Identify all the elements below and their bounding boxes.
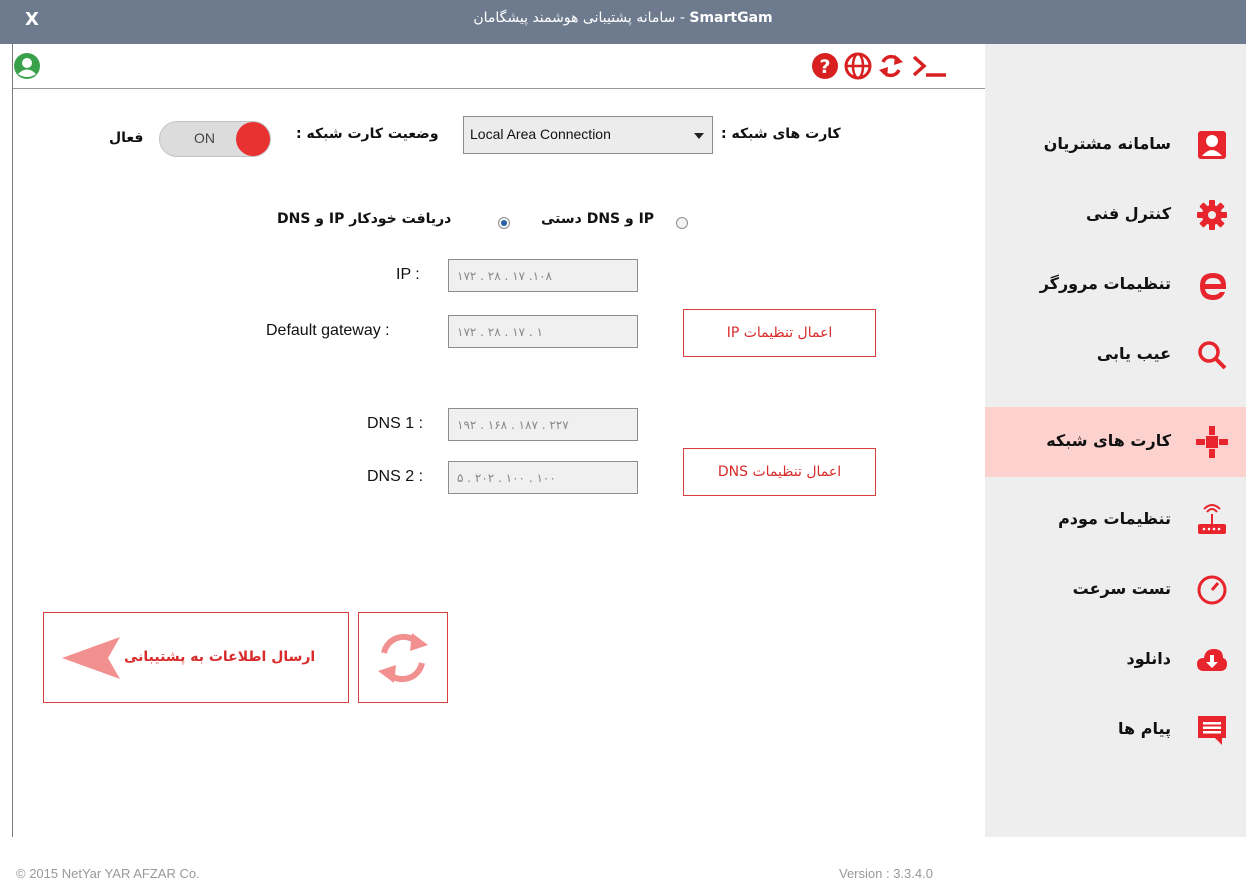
- apply-ip-button[interactable]: اعمال تنظیمات IP: [683, 309, 876, 357]
- radio-manual-label: IP و DNS دستی: [541, 211, 655, 227]
- sidebar-item-speed-test[interactable]: تست سرعت: [985, 559, 1246, 621]
- speedometer-icon: [1197, 575, 1227, 605]
- network-icon: [1196, 426, 1228, 458]
- router-icon: [1198, 504, 1226, 534]
- card-status-toggle[interactable]: ON: [159, 121, 271, 157]
- card-status-label: وضعیت کارت شبکه :: [296, 126, 439, 142]
- sidebar-item-customers[interactable]: سامانه مشتریان: [985, 114, 1246, 176]
- toolbar: ?: [13, 44, 986, 89]
- radio-manual[interactable]: [676, 217, 688, 229]
- help-icon[interactable]: ?: [811, 52, 839, 80]
- browser-icon: [1200, 273, 1226, 300]
- copyright-text: © 2015 NetYar YAR AFZAR Co.: [16, 866, 200, 881]
- sidebar-item-label: تست سرعت: [1072, 579, 1171, 598]
- sidebar-item-label: کارت های شبکه: [1046, 431, 1171, 450]
- dns1-field[interactable]: ۱۹۲ . ۱۶۸ . ۱۸۷ . ۲۲۷: [448, 408, 638, 441]
- sidebar-item-label: پیام ها: [1118, 719, 1171, 738]
- status-value: فعال: [109, 130, 144, 146]
- sidebar-item-label: سامانه مشتریان: [1043, 134, 1171, 153]
- main-panel: ? کارت های شبکه : Local Area Connection …: [12, 44, 986, 881]
- cloud-download-icon: [1197, 649, 1227, 671]
- dns2-field[interactable]: ۵ . ۲۰۲ . ۱۰۰ . ۱۰۰: [448, 461, 638, 494]
- network-cards-label: کارت های شبکه :: [721, 126, 841, 142]
- sidebar-item-messages[interactable]: پیام ها: [985, 699, 1246, 761]
- user-account-icon[interactable]: [13, 52, 41, 80]
- sync-icon: [378, 633, 428, 683]
- network-card-selected: Local Area Connection: [470, 126, 611, 142]
- sidebar-item-download[interactable]: دانلود: [985, 629, 1246, 691]
- radio-auto-label: دریافت خودکار IP و DNS: [277, 211, 452, 227]
- dns1-label: DNS 1 :: [367, 415, 424, 432]
- send-to-support-button[interactable]: ارسال اطلاعات به پشتیبانی: [43, 612, 349, 703]
- reload-button[interactable]: [358, 612, 448, 703]
- search-icon: [1198, 341, 1227, 370]
- radio-auto[interactable]: [498, 217, 510, 229]
- refresh-icon[interactable]: [877, 52, 905, 80]
- toggle-text: ON: [194, 130, 215, 146]
- sidebar-item-label: تنظیمات مودم: [1058, 509, 1171, 528]
- sidebar: سامانه مشتریان کنترل فنی تنظیمات مرورگر …: [985, 44, 1246, 837]
- gateway-field[interactable]: ۱۷۲ . ۲۸ . ۱۷ . ۱: [448, 315, 638, 348]
- window-title: سامانه پشتیبانی هوشمند پیشگامان - SmartG…: [0, 10, 1246, 26]
- send-to-support-label: ارسال اطلاعات به پشتیبانی: [124, 649, 316, 665]
- sidebar-item-label: عیب یابی: [1096, 344, 1171, 363]
- svg-text:?: ?: [819, 56, 830, 78]
- gateway-label: Default gateway :: [266, 322, 390, 339]
- sidebar-item-label: دانلود: [1126, 649, 1171, 668]
- apply-dns-button[interactable]: اعمال تنظیمات DNS: [683, 448, 876, 496]
- sidebar-item-label: کنترل فنی: [1086, 204, 1171, 223]
- dns2-label: DNS 2 :: [367, 468, 424, 485]
- sidebar-item-troubleshoot[interactable]: عیب یابی: [985, 324, 1246, 386]
- version-text: Version : 3.3.4.0: [839, 866, 933, 881]
- terminal-icon[interactable]: [910, 52, 950, 80]
- message-icon: [1198, 716, 1226, 745]
- ip-label: IP :: [396, 266, 420, 283]
- window-title-prefix: سامانه پشتیبانی هوشمند پیشگامان -: [473, 10, 690, 26]
- network-card-select[interactable]: Local Area Connection: [463, 116, 713, 154]
- sidebar-item-modem-settings[interactable]: تنظیمات مودم: [985, 489, 1246, 551]
- window-title-brand: SmartGam: [689, 10, 773, 26]
- sidebar-item-label: تنظیمات مرورگر: [1039, 274, 1171, 293]
- chevron-down-icon: [694, 133, 704, 139]
- sidebar-item-browser-settings[interactable]: تنظیمات مرورگر: [985, 254, 1246, 316]
- arrow-left-icon: [62, 637, 120, 679]
- sidebar-item-network-cards[interactable]: کارت های شبکه: [985, 407, 1246, 477]
- globe-icon[interactable]: [844, 52, 872, 80]
- sidebar-item-technical-control[interactable]: کنترل فنی: [985, 184, 1246, 246]
- gear-icon: [1197, 200, 1227, 230]
- toggle-knob: [236, 122, 270, 156]
- title-bar: X سامانه پشتیبانی هوشمند پیشگامان - Smar…: [0, 0, 1246, 44]
- ip-field[interactable]: ۱۷۲ . ۲۸ . ۱۷ .۱۰۸: [448, 259, 638, 292]
- user-icon: [1198, 131, 1226, 159]
